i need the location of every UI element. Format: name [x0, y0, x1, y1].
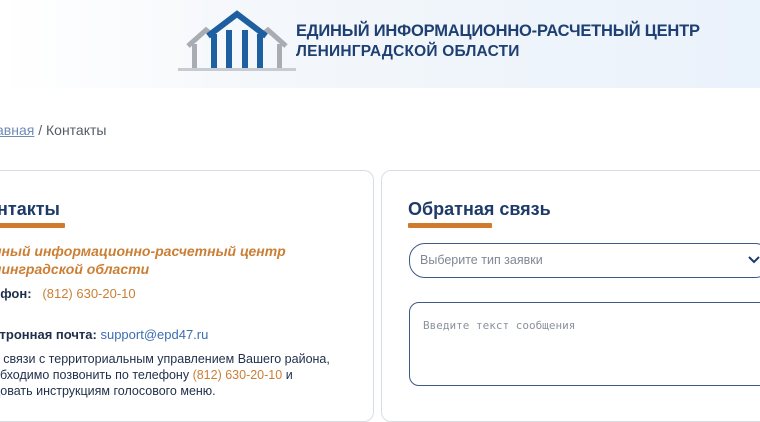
email-label: ктронная почта: — [0, 327, 97, 342]
message-textarea[interactable]: Введите текст сообщения — [409, 302, 760, 386]
instructions-line3: довать инструкциям голосового меню. — [0, 384, 216, 398]
logo-column-left — [226, 30, 232, 68]
message-placeholder: Введите текст сообщения — [423, 319, 576, 332]
request-type-select[interactable]: Выберите тип заявки — [409, 243, 760, 278]
organization-name: иный информационно-расчетный центр нингр… — [0, 242, 373, 278]
request-type-placeholder: Выберите тип заявки — [420, 253, 543, 267]
feedback-title: Обратная связь — [408, 199, 551, 219]
email-link[interactable]: support@epd47.ru — [100, 327, 208, 342]
logo-title-line1: ЕДИНЫЙ ИНФОРМАЦИОННО-РАСЧЕТНЫЙ ЦЕНТР — [296, 22, 700, 40]
site-header: ЕДИНЫЙ ИНФОРМАЦИОННО-РАСЧЕТНЫЙ ЦЕНТР ЛЕН… — [0, 0, 760, 88]
contacts-title-underline — [0, 223, 65, 228]
logo-left-wall — [192, 44, 197, 68]
logo-main-roof — [206, 10, 268, 39]
email-row: ктронная почта: support@epd47.ru — [0, 327, 208, 342]
logo-right-wall — [277, 44, 282, 68]
contacts-title: нтакты — [0, 199, 60, 219]
breadcrumb: авная / Контакты — [0, 122, 106, 138]
logo-column-right — [242, 30, 248, 68]
logo-title-line2: ЛЕНИНГРАДСКОЙ ОБЛАСТИ — [296, 43, 520, 60]
organization-name-line2: нинградской области — [0, 261, 150, 277]
feedback-title-underline — [408, 223, 492, 228]
instructions-line2-text: обходимо позвонить по телефону — [0, 368, 193, 382]
instructions-line2-end: и — [282, 368, 293, 382]
logo-main-wall-left — [211, 34, 217, 68]
instructions-phone-link[interactable]: (812) 630-20-10 — [193, 368, 283, 382]
breadcrumb-home-link[interactable]: авная — [0, 122, 34, 138]
instructions-line2: обходимо позвонить по телефону (812) 630… — [0, 367, 358, 383]
logo-ground — [178, 68, 296, 71]
breadcrumb-separator: / — [34, 122, 46, 138]
organization-name-line1: иный информационно-расчетный центр — [0, 243, 286, 259]
breadcrumb-current: Контакты — [46, 122, 107, 138]
phone-row: ефон: (812) 630-20-10 — [0, 286, 136, 301]
feedback-card: Обратная связь Выберите тип заявки Введи… — [381, 170, 760, 422]
house-logo-icon[interactable] — [178, 10, 296, 74]
phone-link[interactable]: (812) 630-20-10 — [42, 286, 135, 301]
logo-main-wall-right — [257, 34, 263, 68]
instructions-line1: я связи с территориальным управлением Ва… — [0, 352, 330, 366]
contacts-card: нтакты иный информационно-расчетный цент… — [0, 170, 374, 422]
contact-instructions: я связи с территориальным управлением Ва… — [0, 351, 358, 399]
chevron-down-icon[interactable] — [748, 255, 760, 265]
phone-label: ефон: — [0, 286, 32, 301]
